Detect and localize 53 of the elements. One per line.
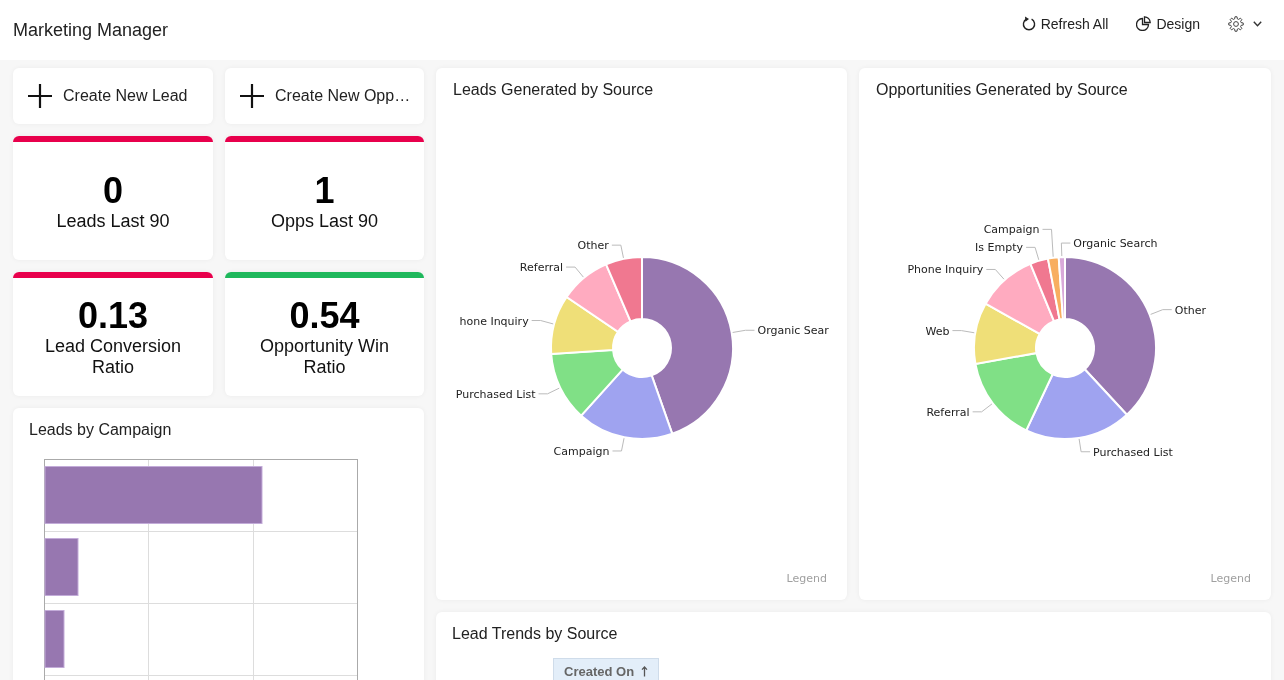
slice-label: Organic Search — [1073, 237, 1158, 251]
leader-line — [611, 244, 624, 259]
refresh-button[interactable]: Refresh All — [1021, 13, 1109, 34]
leader-line — [732, 329, 755, 333]
slice-label: Phone Inquiry — [907, 263, 984, 277]
column-header[interactable]: Created On — [553, 658, 660, 680]
create-button[interactable]: Create New Lead — [13, 68, 213, 124]
kpi-value: 1 — [314, 170, 335, 211]
leader-line — [951, 330, 975, 334]
leader-line — [972, 403, 993, 413]
kpi-label: Opportunity Win Ratio — [258, 336, 391, 378]
kpi-label: Lead Conversion Ratio — [43, 336, 183, 378]
leader-line — [538, 387, 560, 395]
leader-line — [1078, 438, 1091, 453]
leader-line — [1060, 242, 1071, 257]
leader-line — [1025, 246, 1040, 261]
slice-label: Purchased List — [1093, 445, 1173, 459]
chevron-down-icon — [1253, 20, 1262, 27]
slice-label: Web — [925, 324, 950, 338]
slice-label: Campaign — [553, 445, 610, 458]
slice-label: Purchased List — [455, 387, 536, 401]
leader-line — [1042, 228, 1054, 258]
slice-label: Other — [1174, 303, 1206, 317]
card-title: Leads by Campaign — [29, 420, 173, 440]
card-title: Opportunities Generated by Source — [876, 80, 1129, 100]
slice-label: Organic Sear — [757, 324, 829, 338]
plus-icon — [240, 84, 264, 108]
kpi-label: Opps Last 90 — [270, 210, 379, 232]
kpi-value: 0.54 — [289, 296, 360, 336]
page-title: Marketing Manager — [13, 19, 169, 41]
slice-label: Referral — [926, 405, 970, 419]
kpi-value: 0 — [103, 170, 123, 211]
slice-label: Other — [577, 239, 609, 253]
kpi-value: 0.13 — [77, 296, 149, 336]
kpi-label: Leads Last 90 — [56, 210, 170, 232]
create-button[interactable]: Create New Opp… — [225, 68, 424, 124]
leader-line — [1150, 309, 1173, 315]
leader-line — [612, 437, 625, 452]
leader-line — [985, 268, 1005, 280]
pie-chart-icon — [1136, 16, 1152, 31]
card-title: Leads Generated by Source — [453, 80, 655, 100]
leader-line — [565, 266, 584, 278]
slice-label: Is Empty — [975, 241, 1024, 255]
leader-line — [531, 320, 554, 325]
slice-label: Referral — [519, 261, 564, 275]
plus-icon — [28, 84, 52, 108]
settings-icon — [1228, 15, 1244, 32]
settings-button[interactable] — [1228, 13, 1262, 34]
design-button[interactable]: Design — [1136, 13, 1200, 34]
slice-label: Campaign — [983, 223, 1040, 237]
slice-label: hone Inquiry — [459, 314, 529, 328]
card-title: Lead Trends by Source — [452, 624, 619, 644]
refresh-icon — [1021, 16, 1036, 31]
